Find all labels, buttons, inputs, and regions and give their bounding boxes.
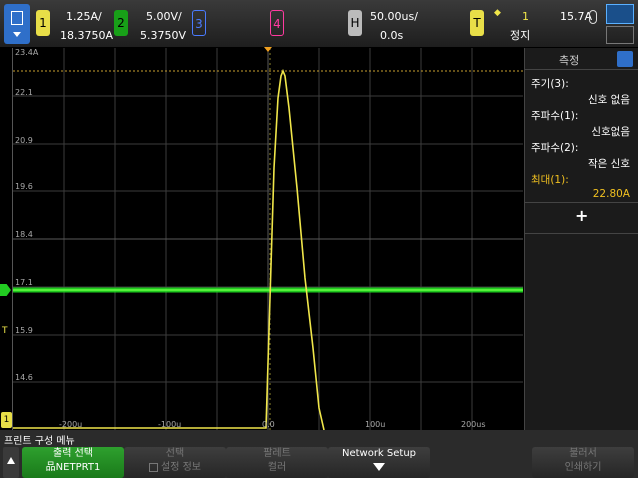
meas-label-freq1[interactable]: 주파수(1): bbox=[531, 108, 578, 123]
trigger-position-marker[interactable] bbox=[264, 47, 272, 52]
meas-value-period: 신호 없음 bbox=[588, 94, 630, 106]
meas-value-max: 22.80A bbox=[592, 188, 630, 200]
ch2-scale: 5.00V/ bbox=[146, 10, 182, 23]
print-recall-label-2: 인쇄하기 bbox=[564, 462, 602, 473]
microphone-icon[interactable] bbox=[589, 10, 597, 24]
arrow-up-icon bbox=[7, 457, 15, 464]
add-measurement-button[interactable]: + bbox=[575, 206, 588, 225]
trigger-source: 1 bbox=[522, 10, 529, 23]
measurement-title: 측정 bbox=[559, 54, 580, 67]
palette-key[interactable]: 팔레트 컬러 bbox=[226, 447, 328, 478]
select-label: 선택 bbox=[165, 448, 185, 459]
meas-label-freq2[interactable]: 주파수(2): bbox=[531, 140, 578, 155]
print-recall-key[interactable]: 불러서 인쇄하기 bbox=[532, 447, 634, 478]
meas-divider-2 bbox=[525, 233, 638, 234]
x-label-2: 0.0 bbox=[262, 420, 275, 429]
trigger-badge[interactable]: T bbox=[470, 10, 484, 36]
output-select-value: 品NETPRT1 bbox=[45, 462, 101, 473]
ch1-scale: 1.25A/ bbox=[66, 10, 102, 23]
y-label-7: 14.6 bbox=[15, 373, 33, 382]
waveform-display: 23.4A 22.1 20.9 19.6 18.4 17.1 15.9 14.6… bbox=[12, 47, 523, 430]
menu-title: 프린트 구성 메뉴 bbox=[4, 436, 75, 447]
ch1-ground-marker[interactable]: 1 bbox=[1, 412, 12, 428]
select-setup-info-key[interactable]: 선택 설정 정보 bbox=[124, 447, 226, 478]
ch4-badge[interactable]: 4 bbox=[270, 10, 284, 36]
output-select-label: 출력 선택 bbox=[53, 448, 93, 459]
y-label-4: 18.4 bbox=[15, 230, 33, 239]
y-label-5: 17.1 bbox=[15, 278, 33, 287]
run-state: 정지 bbox=[510, 29, 531, 42]
y-label-0: 23.4A bbox=[15, 48, 39, 57]
chevron-down-icon bbox=[13, 32, 21, 37]
meas-label-period[interactable]: 주기(3): bbox=[531, 76, 569, 91]
arrow-down-icon bbox=[373, 463, 385, 471]
trigger-level: 15.7A bbox=[560, 10, 593, 23]
ch1-trace bbox=[13, 68, 325, 430]
waveform-icon[interactable] bbox=[606, 26, 634, 44]
x-label-1: -100u bbox=[158, 420, 182, 429]
measurement-settings-icon[interactable] bbox=[617, 51, 633, 67]
main-menu-button[interactable] bbox=[4, 4, 30, 44]
ch2-badge[interactable]: 2 bbox=[114, 10, 128, 36]
meas-divider bbox=[525, 202, 638, 203]
palette-value: 컬러 bbox=[267, 462, 287, 473]
delay: 0.0s bbox=[380, 29, 404, 42]
x-label-0: -200u bbox=[59, 420, 83, 429]
measurement-header: 측정 bbox=[525, 48, 638, 70]
measurement-panel: 측정 주기(3): 신호 없음 주파수(1): 신호없음 주파수(2): 작은 … bbox=[524, 48, 638, 430]
graticule bbox=[13, 48, 523, 430]
menu-icon bbox=[11, 11, 23, 25]
y-label-1: 22.1 bbox=[15, 88, 33, 97]
y-label-6: 15.9 bbox=[15, 326, 33, 335]
ch2-ground-marker[interactable] bbox=[0, 284, 11, 296]
checkbox-icon bbox=[149, 462, 158, 472]
x-label-4: 200us bbox=[461, 420, 486, 429]
ch1-offset: 18.3750A bbox=[60, 29, 114, 42]
y-label-2: 20.9 bbox=[15, 136, 33, 145]
meas-value-freq1: 신호없음 bbox=[591, 126, 630, 138]
menu-up-button[interactable] bbox=[3, 447, 19, 478]
meas-value-freq2: 작은 신호 bbox=[588, 158, 630, 170]
display-toggle-button[interactable] bbox=[606, 4, 634, 24]
top-status-bar: 1 1.25A/ 18.3750A 2 5.00V/ 5.3750V 3 4 H… bbox=[0, 0, 638, 47]
ch2-offset: 5.3750V bbox=[140, 29, 187, 42]
horizontal-badge[interactable]: H bbox=[348, 10, 362, 36]
palette-label: 팔레트 bbox=[263, 448, 291, 459]
ch1-badge[interactable]: 1 bbox=[36, 10, 50, 36]
network-icon: 品 bbox=[45, 462, 56, 473]
setup-info-value: 설정 정보 bbox=[124, 461, 226, 475]
trigger-slope-icon: ◆ bbox=[494, 8, 501, 18]
trigger-level-marker[interactable]: T bbox=[2, 326, 8, 336]
timebase: 50.00us/ bbox=[370, 10, 418, 23]
meas-label-max[interactable]: 최대(1): bbox=[531, 172, 569, 187]
ch3-badge[interactable]: 3 bbox=[192, 10, 206, 36]
output-select-key[interactable]: 출력 선택 品NETPRT1 bbox=[22, 447, 124, 478]
network-setup-label: Network Setup bbox=[341, 448, 417, 459]
y-label-3: 19.6 bbox=[15, 182, 33, 191]
network-setup-key[interactable]: Network Setup bbox=[328, 447, 430, 478]
print-recall-label-1: 불러서 bbox=[569, 448, 597, 459]
x-label-3: 100u bbox=[365, 420, 386, 429]
